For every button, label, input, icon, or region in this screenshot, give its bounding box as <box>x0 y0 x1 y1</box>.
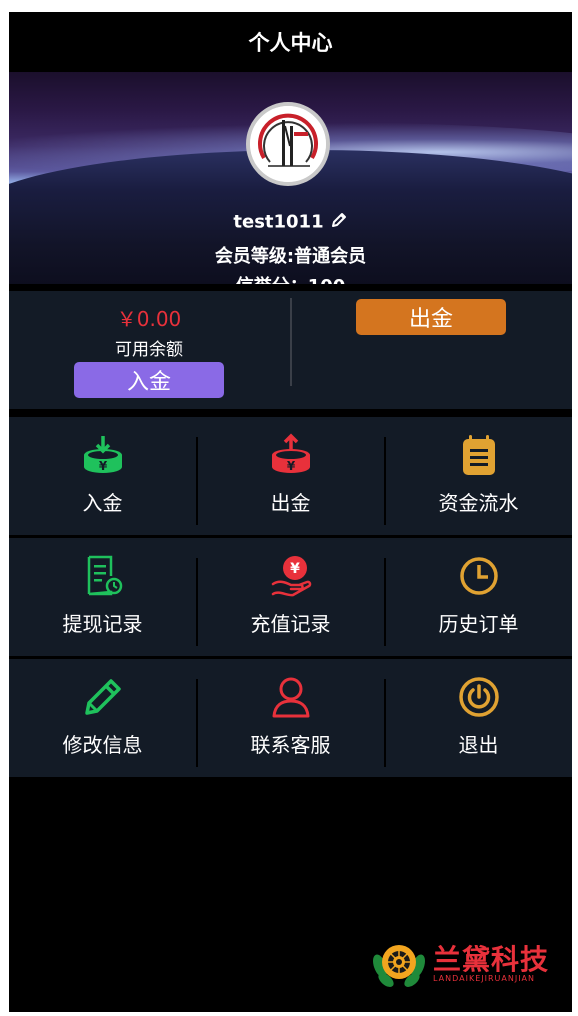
menu-item-logout[interactable]: 退出 <box>385 659 572 777</box>
svg-text:¥: ¥ <box>290 561 300 577</box>
svg-text:¥: ¥ <box>286 459 295 473</box>
menu-item-recharge-record[interactable]: ¥ 充值记录 <box>197 538 384 656</box>
pencil-icon <box>9 675 196 719</box>
balance-label: 可用余额 <box>115 340 183 360</box>
menu-item-order-history[interactable]: 历史订单 <box>385 538 572 656</box>
power-icon <box>385 675 572 719</box>
menu-row: 提现记录 ¥ 充值记录 历史订单 <box>9 538 572 656</box>
withdraw-button[interactable]: 出金 <box>356 299 506 335</box>
clock-icon <box>385 554 572 598</box>
avatar[interactable] <box>246 102 330 186</box>
ledger-icon <box>385 433 572 477</box>
menu-item-label: 入金 <box>82 491 123 515</box>
divider <box>290 298 292 386</box>
menu-item-label: 退出 <box>458 733 499 757</box>
svg-text:¥: ¥ <box>98 459 107 473</box>
menu-item-label: 提现记录 <box>62 612 143 636</box>
menu-item-ledger[interactable]: 资金流水 <box>385 417 572 535</box>
watermark-logo: 兰黛科技 LANDAIKEJIRUANJIAN <box>372 934 562 990</box>
page-header: 个人中心 <box>9 12 572 72</box>
balance-panel: ￥0.00 可用余额 入金 出金 <box>9 291 572 409</box>
deposit-icon: ¥ <box>9 433 196 477</box>
balance-amount: ￥0.00 <box>116 307 182 331</box>
menu-row: ¥ 入金 ¥ 出金 资金流水 <box>9 417 572 535</box>
menu-item-label: 修改信息 <box>62 733 143 757</box>
withdraw-record-icon <box>9 554 196 598</box>
username: test1011 <box>233 211 324 233</box>
sinopec-logo-icon <box>250 106 326 182</box>
menu-item-label: 充值记录 <box>250 612 331 636</box>
menu-item-label: 联系客服 <box>250 733 331 757</box>
menu-item-label: 出金 <box>270 491 311 515</box>
flower-logo-icon <box>372 936 426 994</box>
username-row: test1011 <box>9 211 572 234</box>
menu-item-label: 历史订单 <box>438 612 519 636</box>
menu-item-edit-info[interactable]: 修改信息 <box>9 659 196 777</box>
brand-subtitle: LANDAIKEJIRUANJIAN <box>433 974 536 983</box>
menu-item-withdraw-record[interactable]: 提现记录 <box>9 538 196 656</box>
profile-banner: test1011 会员等级:普通会员 信誉分：100 <box>9 72 572 284</box>
menu-item-customer-service[interactable]: 联系客服 <box>197 659 384 777</box>
page-title: 个人中心 <box>248 31 333 55</box>
app-frame: 个人中心 test1011 会员等级:普通会员 信誉分：100 ￥0.00 可用… <box>9 12 572 1012</box>
deposit-button[interactable]: 入金 <box>74 362 224 398</box>
member-level: 会员等级:普通会员 <box>214 246 367 267</box>
menu-item-withdraw[interactable]: ¥ 出金 <box>197 417 384 535</box>
edit-pencil-icon[interactable] <box>330 211 348 234</box>
brand-name: 兰黛科技 <box>433 943 550 976</box>
menu-item-label: 资金流水 <box>438 491 519 515</box>
menu-item-deposit[interactable]: ¥ 入金 <box>9 417 196 535</box>
person-icon <box>197 675 384 719</box>
credit-score: 信誉分：100 <box>9 272 572 284</box>
withdraw-icon: ¥ <box>197 433 384 477</box>
recharge-record-icon: ¥ <box>197 554 384 598</box>
menu-row: 修改信息 联系客服 退出 <box>9 659 572 777</box>
